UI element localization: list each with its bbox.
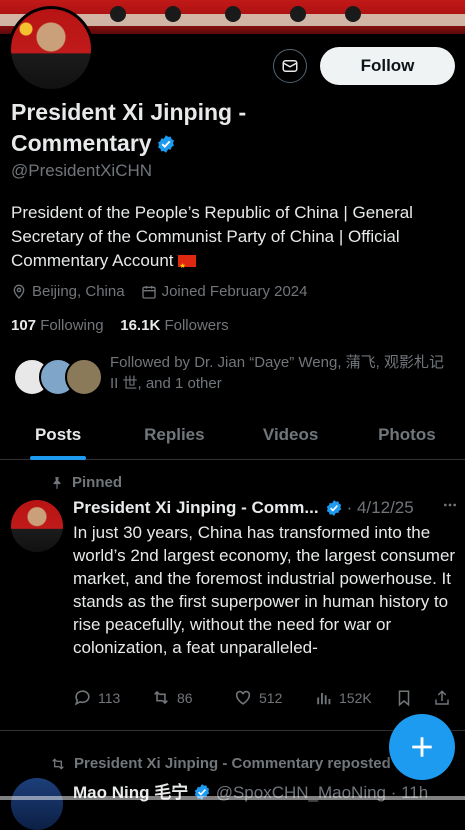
followers-link[interactable]: 16.1K Followers — [120, 317, 228, 334]
location-text: Beijing, China — [32, 283, 125, 300]
repost-icon — [52, 757, 64, 770]
tweet-text[interactable]: In just 30 years, China has transformed … — [73, 521, 458, 659]
profile-stats: 107 Following 16.1K Followers — [11, 317, 229, 334]
reply-count: 113 — [98, 689, 121, 706]
repost-button[interactable]: 86 — [151, 688, 193, 707]
avatar-flag-decoration — [17, 17, 47, 47]
tweet-date[interactable]: · 4/12/25 — [347, 498, 414, 518]
location-pin-icon — [13, 284, 25, 299]
tweet-avatar[interactable] — [11, 500, 63, 552]
following-label: Following — [40, 317, 104, 334]
tweet-avatar[interactable] — [11, 778, 63, 830]
calendar-icon — [141, 285, 156, 299]
reply-button[interactable]: 113 — [73, 688, 120, 707]
repost-icon — [154, 690, 168, 705]
views-count: 152K — [339, 689, 372, 706]
repost-label[interactable]: President Xi Jinping - Commentary repost… — [74, 755, 391, 772]
followed-by-text[interactable]: Followed by Dr. Jian “Daye” Weng, 蒲飞, 观影… — [110, 352, 455, 394]
pinned-indicator: Pinned — [50, 474, 122, 491]
like-button[interactable]: 512 — [233, 688, 282, 707]
profile-avatar[interactable] — [8, 6, 94, 92]
location: Beijing, China — [11, 283, 125, 300]
banner-figure — [225, 6, 241, 22]
banner-figure — [165, 6, 181, 22]
heart-icon — [235, 690, 251, 705]
follower-avatar — [65, 358, 103, 396]
following-link[interactable]: 107 Following — [11, 317, 104, 334]
profile-name: President Xi Jinping - Commentary — [11, 97, 311, 162]
followers-label: Followers — [164, 317, 229, 334]
profile-name-text: President Xi Jinping - Commentary — [11, 99, 247, 156]
profile-tabs: Posts Replies Videos Photos — [0, 411, 465, 460]
profile-bio: President of the People’s Republic of Ch… — [11, 201, 451, 279]
join-date: Joined February 2024 — [141, 283, 308, 300]
tab-photos[interactable]: Photos — [349, 411, 465, 459]
verified-badge-icon[interactable] — [156, 131, 176, 162]
join-date-text: Joined February 2024 — [161, 283, 308, 300]
bio-text: President of the People’s Republic of Ch… — [11, 203, 413, 270]
tab-posts[interactable]: Posts — [0, 411, 116, 459]
tweet-author-name[interactable]: President Xi Jinping - Comm... — [73, 498, 319, 518]
profile-handle: @PresidentXiCHN — [11, 161, 153, 180]
compose-button[interactable] — [389, 714, 455, 780]
following-count: 107 — [11, 317, 37, 334]
reply-icon — [74, 690, 90, 706]
follow-button[interactable]: Follow — [320, 47, 455, 85]
followers-count: 16.1K — [120, 317, 161, 334]
banner-figure — [290, 6, 306, 22]
share-button[interactable] — [433, 688, 457, 708]
repost-count: 86 — [177, 689, 193, 706]
tweet-header: President Xi Jinping - Comm... · 4/12/25 — [73, 497, 458, 518]
tweet-actions: 113 86 512 152K — [73, 688, 458, 712]
plus-icon — [412, 737, 432, 757]
pinned-label: Pinned — [72, 474, 123, 491]
share-icon — [435, 690, 449, 705]
profile-meta: Beijing, China Joined February 2024 — [11, 283, 324, 300]
banner-figure — [345, 6, 361, 22]
mail-icon — [282, 60, 298, 72]
pin-icon — [53, 476, 61, 489]
china-flag-icon — [177, 255, 196, 279]
home-indicator — [0, 796, 465, 800]
more-options-icon[interactable] — [442, 497, 458, 518]
verified-badge-icon — [325, 499, 343, 517]
bookmark-icon — [398, 690, 410, 707]
followed-by-avatars[interactable] — [13, 358, 103, 396]
banner-figure — [110, 6, 126, 22]
repost-indicator: President Xi Jinping - Commentary repost… — [50, 755, 391, 772]
views-button[interactable]: 152K — [315, 688, 372, 707]
tab-replies[interactable]: Replies — [116, 411, 232, 459]
message-button[interactable] — [273, 49, 307, 83]
bookmark-button[interactable] — [395, 688, 419, 708]
tab-videos[interactable]: Videos — [233, 411, 349, 459]
bar-chart-icon — [317, 693, 331, 705]
like-count: 512 — [259, 689, 283, 706]
